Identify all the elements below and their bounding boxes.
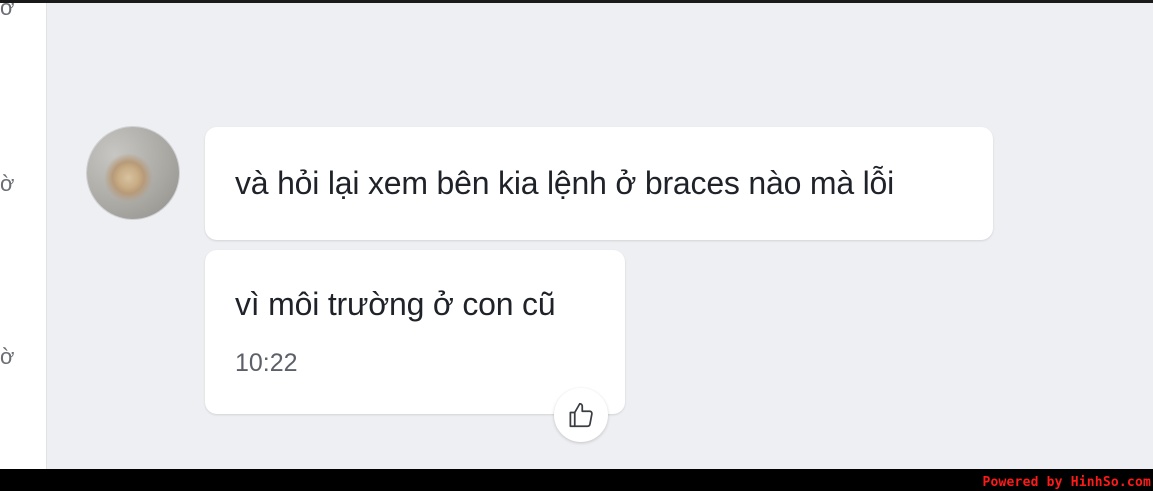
sender-avatar[interactable] <box>87 127 179 219</box>
message-bubble[interactable]: và hỏi lại xem bên kia lệnh ở braces nào… <box>205 127 993 240</box>
watermark-text: Powered by HinhSo.com <box>982 475 1151 490</box>
thumbs-up-icon <box>569 402 593 428</box>
truncated-text-fragment: ờ <box>0 171 15 196</box>
react-button[interactable] <box>554 388 608 442</box>
message-text: và hỏi lại xem bên kia lệnh ở braces nào… <box>235 165 895 201</box>
truncated-text-fragment: ờ <box>0 3 15 20</box>
truncated-text-fragment: ờ <box>0 344 15 369</box>
message-timestamp: 10:22 <box>235 349 298 377</box>
conversation-list-panel[interactable]: ờ ờ ờ <box>0 3 47 469</box>
chat-message-area[interactable]: và hỏi lại xem bên kia lệnh ở braces nào… <box>47 3 1153 469</box>
footer-bar: Powered by HinhSo.com <box>0 469 1153 491</box>
message-text: vì môi trường ở con cũ <box>235 286 556 322</box>
message-bubble[interactable]: vì môi trường ở con cũ 10:22 <box>205 250 625 414</box>
